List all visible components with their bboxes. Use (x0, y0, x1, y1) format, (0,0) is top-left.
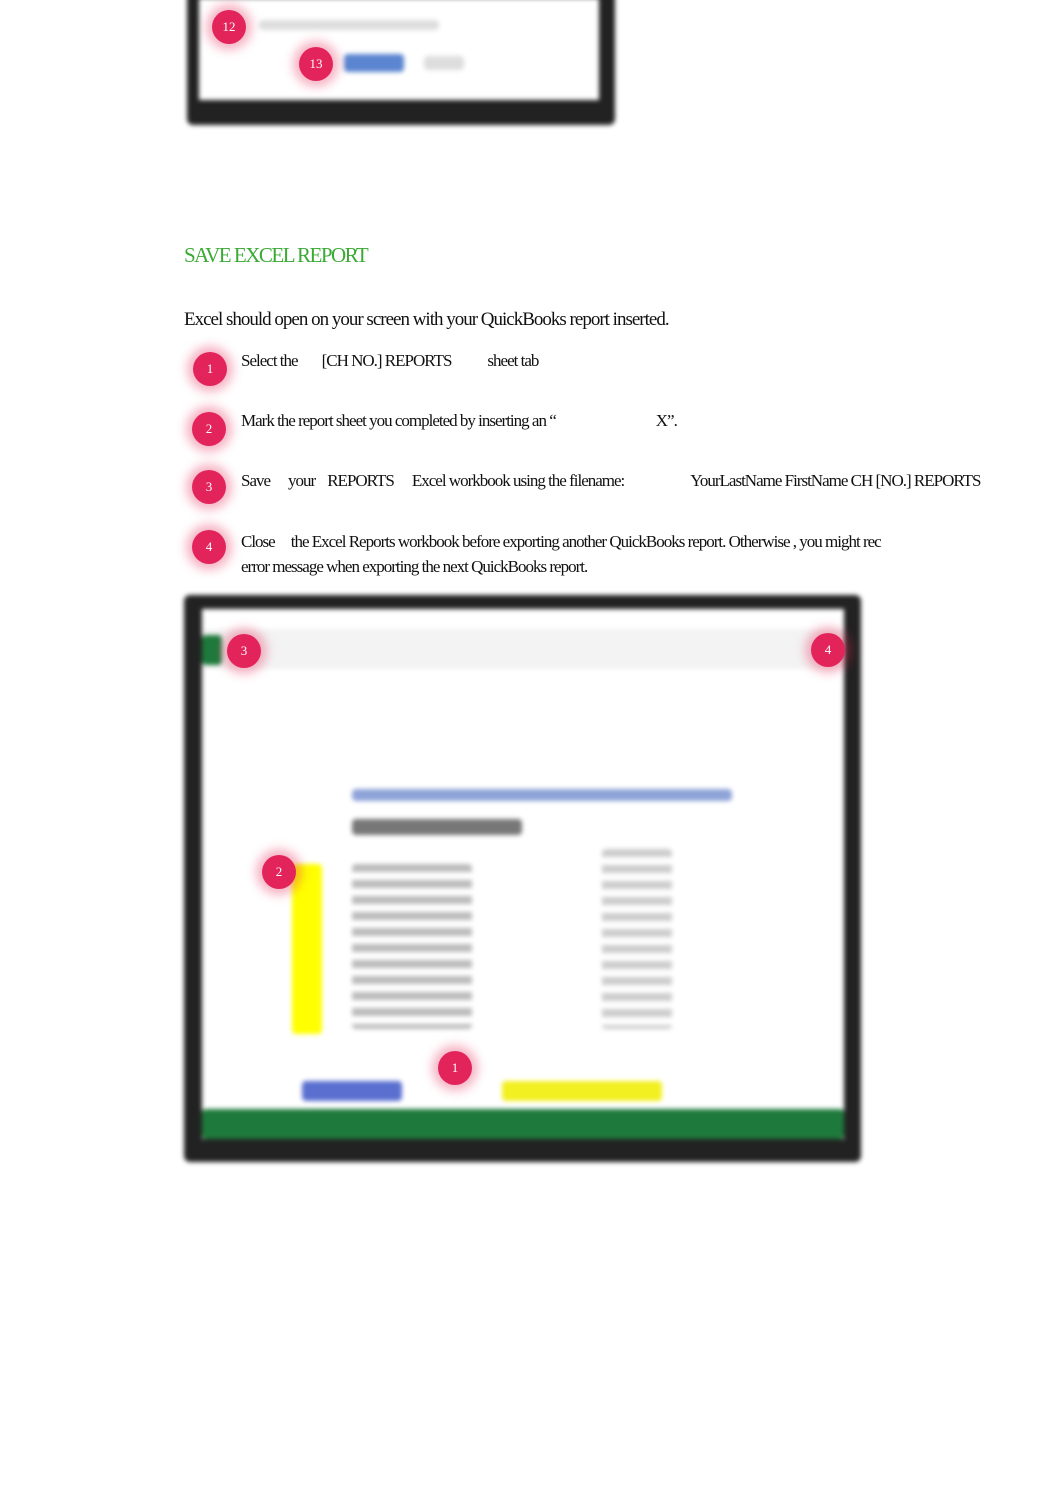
step-text: Close (241, 532, 276, 551)
step-badge: 3 (192, 470, 226, 504)
callout-badge: 4 (811, 633, 845, 667)
sheet-name: [CH NO.] REPORTS (321, 351, 453, 370)
callout-badge: 2 (262, 855, 296, 889)
filename: YourLastName FirstName CH [NO.] REPORTS (690, 471, 981, 490)
step-3: Save your REPORTS Excel workbook using the … (241, 468, 982, 493)
step-badge: 4 (192, 530, 226, 564)
callout-badge: 13 (299, 47, 333, 81)
step-text: Select the (241, 351, 299, 370)
document-page: 12 13 SAVE EXCEL REPORT Excel should ope… (0, 0, 1062, 1506)
dialog-screenshot (187, 0, 615, 125)
step-4: Close the Excel Reports workbook before e… (241, 529, 882, 579)
step-text: the Excel Reports workbook before export… (290, 532, 882, 551)
intro-text: Excel should open on your screen with yo… (184, 309, 670, 330)
step-text: error message when exporting the next Qu… (241, 557, 588, 576)
step-1: Select the [CH NO.] REPORTS sheet tab (241, 348, 539, 373)
step-text: REPORTS (327, 471, 395, 490)
step-badge: 2 (192, 412, 226, 446)
step-text: sheet tab (487, 351, 539, 370)
step-text: Excel workbook using the filename: (411, 471, 625, 490)
section-heading: SAVE EXCEL REPORT (184, 243, 369, 267)
step-2: Mark the report sheet you completed by i… (241, 408, 678, 433)
callout-badge: 12 (212, 10, 246, 44)
callout-badge: 1 (438, 1051, 472, 1085)
step-text: Save (241, 471, 271, 490)
callout-badge: 3 (227, 634, 261, 668)
step-text: X”. (655, 411, 678, 430)
step-text: Mark the report sheet you completed by i… (241, 411, 557, 430)
step-text: your (288, 471, 316, 490)
step-badge: 1 (193, 352, 227, 386)
